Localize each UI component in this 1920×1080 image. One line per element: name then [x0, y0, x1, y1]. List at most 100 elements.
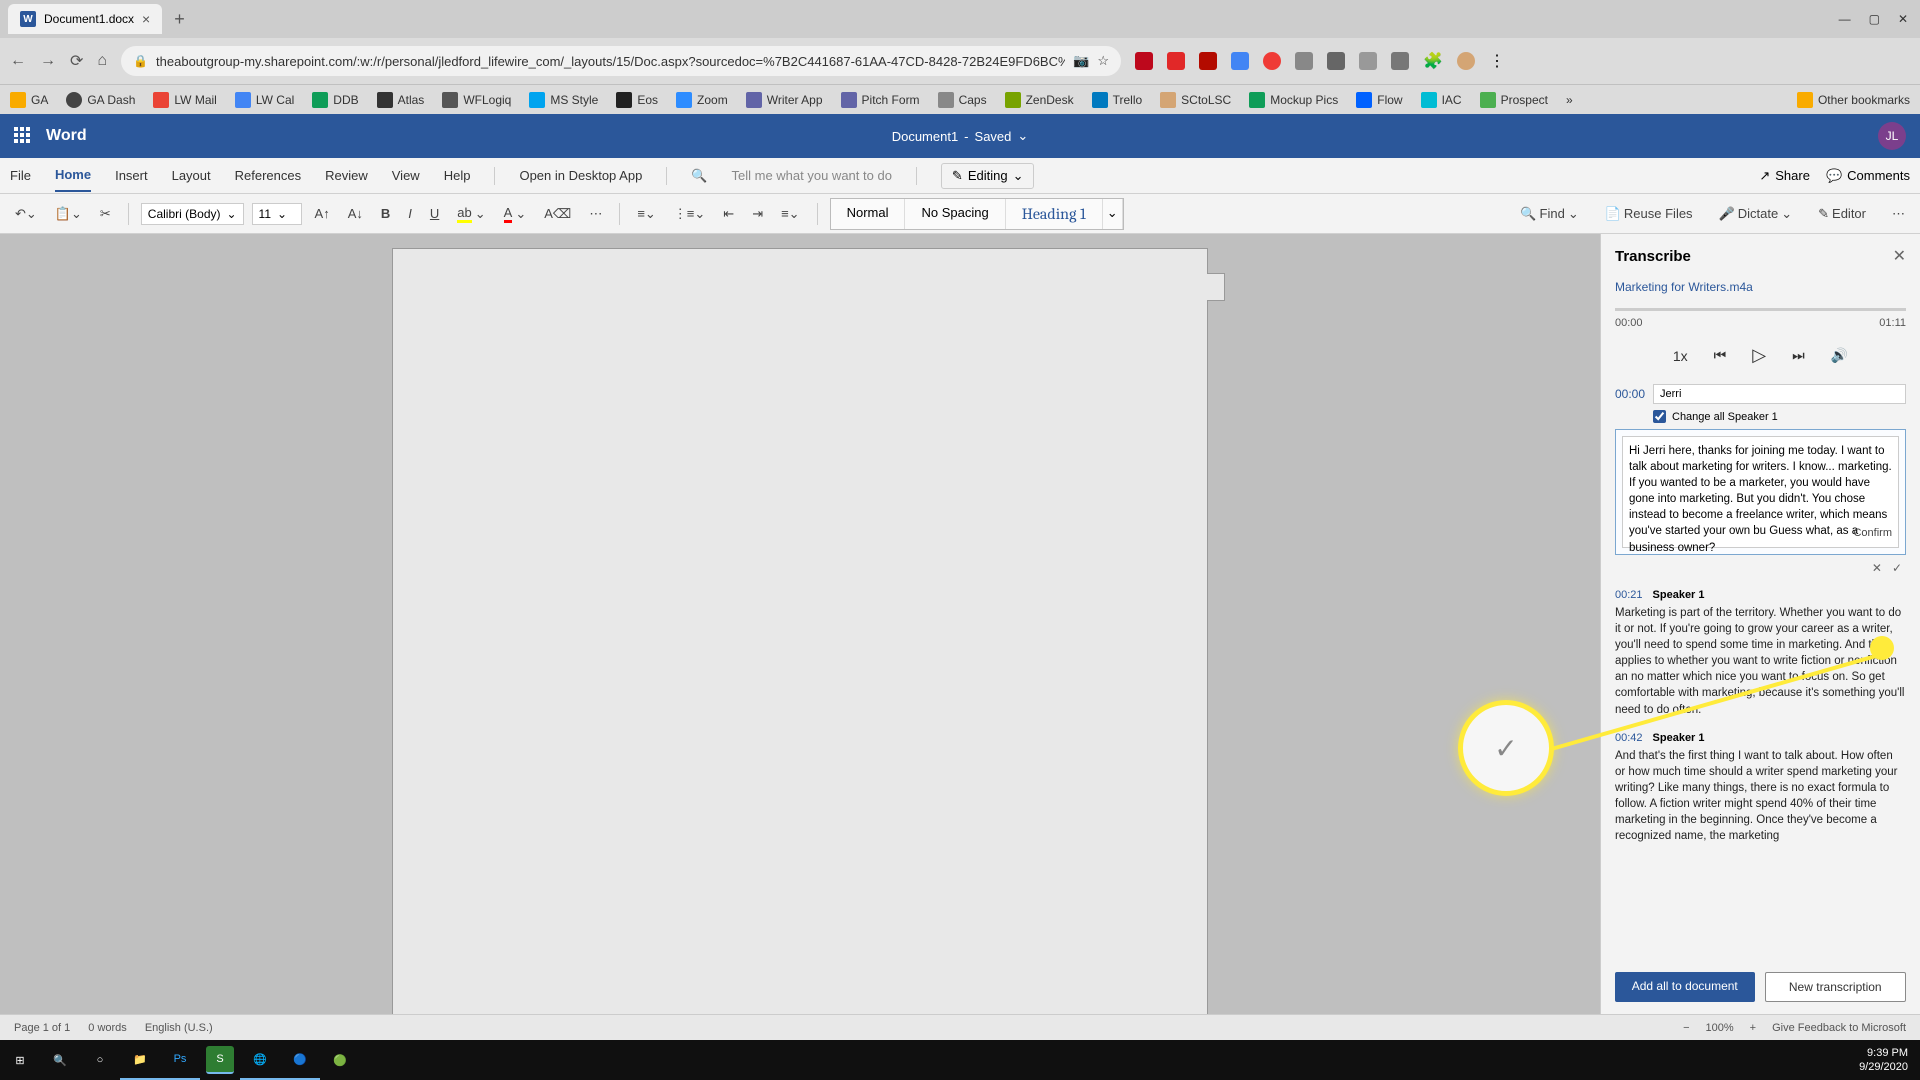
user-avatar[interactable]: JL	[1878, 122, 1906, 150]
search-taskbar-icon[interactable]: 🔍	[40, 1040, 80, 1080]
font-size-select[interactable]: 11⌄	[252, 203, 302, 225]
cancel-edit-icon[interactable]: ✕	[1872, 561, 1882, 575]
bookmark-item[interactable]: Trello	[1092, 92, 1143, 108]
bookmark-item[interactable]: IAC	[1421, 92, 1462, 108]
reuse-files-button[interactable]: 📄 Reuse Files	[1600, 203, 1698, 225]
tab-insert[interactable]: Insert	[115, 160, 148, 191]
edge-icon[interactable]: 🌐	[240, 1040, 280, 1080]
snagit-icon[interactable]: S	[206, 1046, 234, 1074]
zoom-in-button[interactable]: +	[1750, 1022, 1756, 1034]
style-heading1[interactable]: Heading 1	[1006, 199, 1103, 229]
dictate-button[interactable]: 🎤 Dictate ⌄	[1714, 203, 1798, 225]
tab-layout[interactable]: Layout	[172, 160, 211, 191]
home-icon[interactable]: ⌂	[97, 52, 107, 70]
share-button[interactable]: ↗Share	[1759, 168, 1810, 184]
bookmark-item[interactable]: MS Style	[529, 92, 598, 108]
system-date[interactable]: 9/29/2020	[1859, 1060, 1908, 1074]
speed-button[interactable]: 1x	[1673, 348, 1688, 364]
segment-text[interactable]: Marketing is part of the territory. Whet…	[1615, 605, 1906, 718]
bold-button[interactable]: B	[376, 203, 395, 224]
align-button[interactable]: ≡⌄	[776, 203, 804, 225]
find-button[interactable]: 🔍 Find ⌄	[1515, 203, 1583, 225]
grow-font-button[interactable]: A↑	[310, 203, 335, 224]
bookmark-item[interactable]: Mockup Pics	[1249, 92, 1338, 108]
cortana-icon[interactable]: ○	[80, 1040, 120, 1080]
volume-icon[interactable]: 🔊	[1831, 347, 1848, 364]
chrome-icon[interactable]: 🔵	[280, 1040, 320, 1080]
photoshop-icon[interactable]: Ps	[160, 1040, 200, 1080]
tab-review[interactable]: Review	[325, 160, 368, 191]
format-painter-button[interactable]: ✂	[95, 203, 116, 225]
close-panel-icon[interactable]: ✕	[1893, 246, 1906, 266]
tell-me-input[interactable]: Tell me what you want to do	[732, 168, 892, 183]
undo-button[interactable]: ↶⌄	[10, 203, 42, 225]
document-page[interactable]	[392, 248, 1208, 1014]
bookmark-item[interactable]: Zoom	[676, 92, 728, 108]
bookmarks-overflow[interactable]: »	[1566, 93, 1573, 107]
maximize-icon[interactable]: ▢	[1869, 12, 1880, 26]
bookmark-item[interactable]: WFLogiq	[442, 92, 511, 108]
style-normal[interactable]: Normal	[831, 199, 906, 229]
other-bookmarks[interactable]: Other bookmarks	[1797, 92, 1910, 108]
change-all-checkbox[interactable]	[1653, 410, 1666, 423]
tab-view[interactable]: View	[392, 160, 420, 191]
play-icon[interactable]: ▷	[1752, 345, 1766, 366]
previous-icon[interactable]: ⏮	[1714, 347, 1727, 364]
file-explorer-icon[interactable]: 📁	[120, 1040, 160, 1080]
bookmark-item[interactable]: Prospect	[1480, 92, 1548, 108]
document-canvas[interactable]	[0, 234, 1600, 1014]
more-font-button[interactable]: ⋯	[584, 203, 607, 225]
pinterest-icon[interactable]	[1135, 52, 1153, 70]
bookmark-item[interactable]: Flow	[1356, 92, 1402, 108]
bookmark-item[interactable]: Pitch Form	[841, 92, 920, 108]
document-title[interactable]: Document1 - Saved ⌄	[892, 128, 1029, 144]
underline-button[interactable]: U	[425, 203, 444, 224]
confirm-button[interactable]: Confirm	[1853, 526, 1892, 541]
address-bar[interactable]: 🔒 theaboutgroup-my.sharepoint.com/:w:/r/…	[121, 46, 1121, 76]
new-transcription-button[interactable]: New transcription	[1765, 972, 1907, 1002]
bookmark-item[interactable]: Atlas	[377, 92, 425, 108]
back-icon[interactable]: ←	[10, 52, 26, 70]
styles-more[interactable]: ⌄	[1103, 199, 1123, 229]
add-all-button[interactable]: Add all to document	[1615, 972, 1755, 1002]
star-icon[interactable]: ☆	[1097, 53, 1109, 69]
font-name-select[interactable]: Calibri (Body)⌄	[141, 203, 244, 225]
close-window-icon[interactable]: ✕	[1898, 12, 1908, 26]
extension-icon-4[interactable]	[1359, 52, 1377, 70]
transcript-edit-textarea[interactable]: Hi Jerri here, thanks for joining me tod…	[1622, 436, 1899, 548]
font-color-button[interactable]: A⌄	[499, 202, 532, 226]
tab-references[interactable]: References	[235, 160, 301, 191]
bookmark-item[interactable]: DDB	[312, 92, 358, 108]
bookmark-item[interactable]: Caps	[938, 92, 987, 108]
increase-indent-button[interactable]: ⇥	[747, 203, 768, 225]
segment-text[interactable]: And that's the first thing I want to tal…	[1615, 748, 1906, 845]
reload-icon[interactable]: ⟳	[70, 51, 83, 71]
bookmark-item[interactable]: ZenDesk	[1005, 92, 1074, 108]
extension-icon-1[interactable]	[1231, 52, 1249, 70]
editor-button[interactable]: ✎ Editor	[1813, 203, 1871, 225]
word-count[interactable]: 0 words	[88, 1022, 127, 1034]
playback-progress[interactable]	[1615, 308, 1906, 311]
extension-icon-3[interactable]	[1327, 52, 1345, 70]
flipboard-icon[interactable]	[1167, 52, 1185, 70]
bookmark-item[interactable]: SCtoLSC	[1160, 92, 1231, 108]
tab-help[interactable]: Help	[444, 160, 471, 191]
feedback-link[interactable]: Give Feedback to Microsoft	[1772, 1022, 1906, 1034]
bookmark-item[interactable]: Eos	[616, 92, 658, 108]
browser-tab[interactable]: W Document1.docx ×	[8, 4, 162, 34]
pdf-icon[interactable]	[1199, 52, 1217, 70]
style-no-spacing[interactable]: No Spacing	[905, 199, 1005, 229]
language[interactable]: English (U.S.)	[145, 1022, 213, 1034]
italic-button[interactable]: I	[403, 203, 417, 224]
system-time[interactable]: 9:39 PM	[1867, 1046, 1908, 1060]
minimize-icon[interactable]: —	[1839, 12, 1851, 26]
speaker-name-input[interactable]	[1653, 384, 1906, 404]
editing-mode-button[interactable]: ✎ Editing ⌄	[941, 163, 1035, 189]
bookmark-item[interactable]: LW Mail	[153, 92, 216, 108]
extensions-icon[interactable]: 🧩	[1423, 51, 1443, 71]
tab-file[interactable]: File	[10, 160, 31, 191]
bookmark-item[interactable]: GA	[10, 92, 48, 108]
forward-icon[interactable]: →	[40, 52, 56, 70]
profile-avatar[interactable]	[1457, 52, 1475, 70]
tab-home[interactable]: Home	[55, 159, 91, 192]
